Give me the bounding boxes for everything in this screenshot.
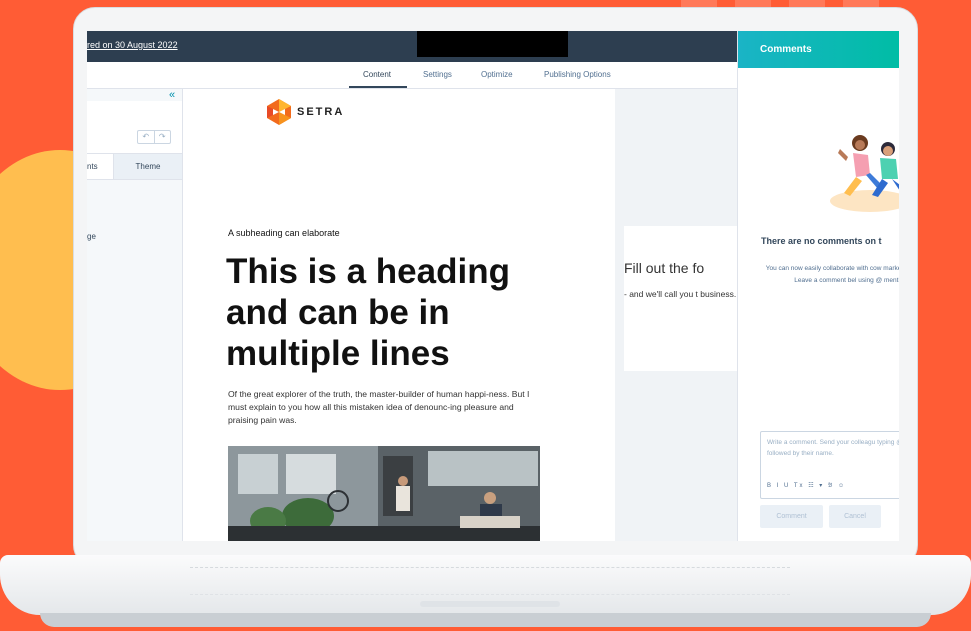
keyboard-outline — [190, 567, 790, 595]
no-comments-title: There are no comments on t — [761, 236, 882, 246]
tab-content[interactable]: Content — [363, 70, 391, 79]
saved-timestamp-link[interactable]: red on 30 August 2022 — [87, 40, 178, 50]
sidebar-header — [87, 101, 182, 153]
sidebar-subtabs: nts Theme — [87, 153, 182, 180]
comment-input[interactable]: Write a comment. Send your colleagu typi… — [760, 431, 899, 499]
undo-icon[interactable]: ↶ — [138, 131, 154, 143]
office-photo-image — [228, 446, 540, 541]
redo-icon[interactable]: ↷ — [153, 131, 171, 143]
comments-panel: Comments There are no comments on t You … — [737, 31, 899, 541]
setra-logo: SETRA — [267, 99, 344, 125]
left-sidebar: « ↶ ↷ nts Theme ge — [87, 89, 183, 541]
page-canvas: SETRA A subheading can elaborate This is… — [183, 89, 615, 541]
laptop-base-edge — [40, 613, 931, 627]
sidebar-item[interactable]: ge — [87, 232, 96, 241]
office-photo[interactable] — [228, 446, 540, 541]
form-section: Fill out the fo - and we'll call you t b… — [615, 89, 737, 541]
collaborate-text: You can now easily collaborate with cow … — [765, 265, 899, 284]
tab-publishing-options[interactable]: Publishing Options — [544, 70, 611, 79]
form-card: Fill out the fo - and we'll call you t b… — [624, 226, 737, 371]
setra-logo-icon — [267, 99, 291, 125]
comments-header: Comments — [738, 31, 899, 68]
comment-format-toolbar[interactable]: B I U Tx ☷ ▾ 𝔅 ☺ — [767, 482, 846, 490]
subtab-theme[interactable]: Theme — [113, 154, 182, 179]
redacted-title — [417, 31, 568, 57]
subtab-modules[interactable]: nts — [87, 154, 113, 179]
page-heading[interactable]: This is a heading and can be in multiple… — [226, 251, 566, 374]
page-subheading[interactable]: A subheading can elaborate — [228, 228, 340, 238]
tab-optimize[interactable]: Optimize — [481, 70, 513, 79]
form-title[interactable]: Fill out the fo — [624, 260, 704, 276]
page-body-text[interactable]: Of the great explorer of the truth, the … — [228, 388, 542, 427]
comments-title: Comments — [760, 44, 812, 55]
laptop-base — [0, 555, 971, 631]
form-description[interactable]: - and we'll call you t business. — [624, 288, 737, 300]
tab-settings[interactable]: Settings — [423, 70, 452, 79]
laptop-screen: red on 30 August 2022 Content Settings O… — [87, 31, 899, 541]
comment-button[interactable]: Comment — [760, 505, 823, 528]
cancel-button[interactable]: Cancel — [829, 505, 881, 528]
logo-text: SETRA — [297, 106, 345, 118]
laptop-trackpad-edge — [420, 601, 560, 607]
collapse-sidebar-icon[interactable]: « — [169, 89, 175, 101]
undo-redo-group: ↶ ↷ — [137, 130, 171, 144]
people-illustration — [830, 135, 899, 212]
comment-placeholder: Write a comment. Send your colleagu typi… — [767, 439, 899, 457]
active-tab-indicator — [349, 86, 407, 88]
